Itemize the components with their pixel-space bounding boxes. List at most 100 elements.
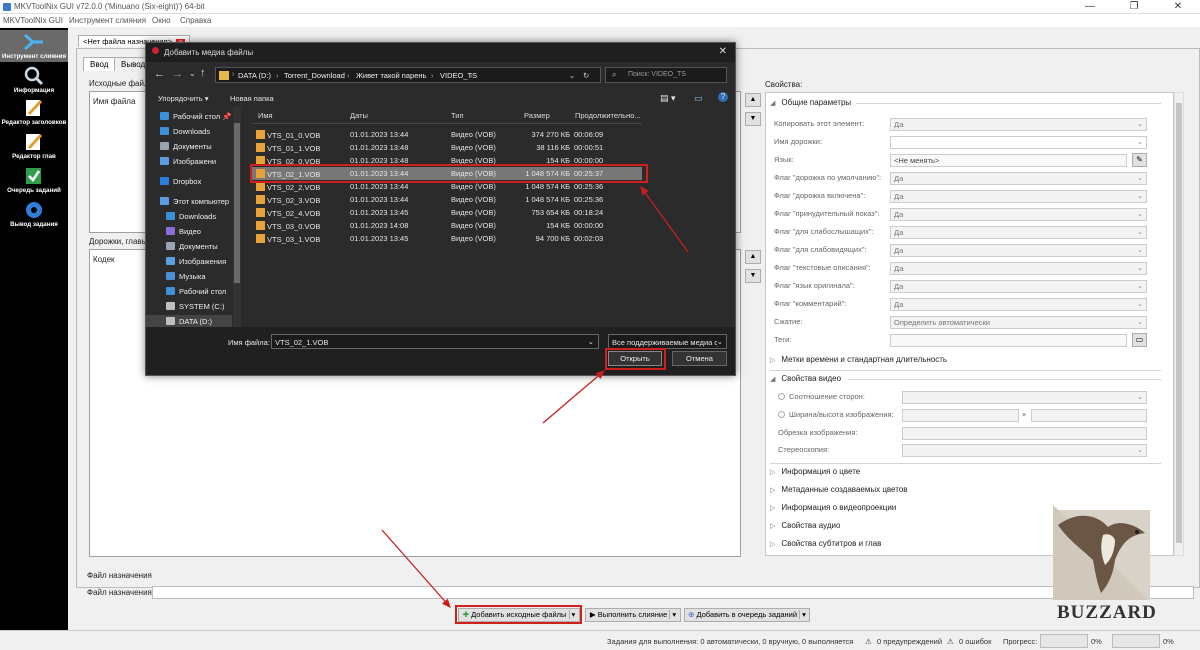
sidebar-item-merge[interactable]: Инструмент слияния <box>0 30 68 62</box>
stereo-select[interactable]: ⌄ <box>902 444 1147 457</box>
tags-browse-button[interactable]: ▭ <box>1132 333 1147 347</box>
column-date[interactable]: Даты <box>350 111 368 120</box>
tree-item-video[interactable]: Видео <box>166 227 201 236</box>
up-arrow-icon[interactable]: ↑ <box>200 67 206 79</box>
language-select[interactable]: <Не менять> <box>890 154 1127 167</box>
file-row[interactable]: VTS_03_0.VOB 01.01.2023 14:08 Видео (VOB… <box>252 219 642 232</box>
tree-item-pc-desktop[interactable]: Рабочий стол <box>166 287 226 296</box>
crop-input[interactable] <box>902 427 1147 440</box>
chevron-down-icon[interactable]: ▾ <box>799 610 806 619</box>
section-projection[interactable]: ▷ Информация о видеопроекции <box>770 503 896 512</box>
organize-button[interactable]: Упорядочить ▾ <box>158 94 208 103</box>
tree-item-music[interactable]: Музыка <box>166 272 206 281</box>
sidebar-item-job-output[interactable]: Вывод задания <box>0 200 68 230</box>
chevron-down-icon[interactable]: ⌄ <box>588 337 594 346</box>
tab-input[interactable]: Ввод <box>83 57 116 71</box>
compression-select[interactable]: Определить автоматически ⌄ <box>890 316 1147 329</box>
forced-display-select[interactable]: Да ⌄ <box>890 208 1147 221</box>
file-row[interactable]: VTS_01_0.VOB 01.01.2023 13:44 Видео (VOB… <box>252 128 642 141</box>
filetype-select[interactable]: Все поддерживаемые медиа ф ⌄ <box>608 334 727 349</box>
sidebar-item-chapter-editor[interactable]: Редактор глав <box>0 132 68 162</box>
file-row[interactable]: VTS_03_1.VOB 01.01.2023 13:45 Видео (VOB… <box>252 232 642 245</box>
menu-window[interactable]: Окно <box>152 16 171 25</box>
move-up-button[interactable]: ▲ <box>745 93 761 107</box>
column-size[interactable]: Размер <box>524 111 550 120</box>
minimize-button[interactable]: — <box>1068 0 1112 14</box>
move-down-button[interactable]: ▼ <box>745 112 761 126</box>
destination-input[interactable] <box>152 586 1194 599</box>
sidebar-item-header-editor[interactable]: Редактор заголовков <box>0 98 68 128</box>
cancel-button[interactable]: Отмена <box>672 351 727 366</box>
tree-scrollbar[interactable] <box>233 107 241 327</box>
menu-help[interactable]: Справка <box>180 16 211 25</box>
breadcrumb-torrent[interactable]: Torrent_Download <box>284 71 345 80</box>
help-icon[interactable]: ? <box>718 92 728 102</box>
new-folder-button[interactable]: Новая папка <box>230 94 274 103</box>
sidebar-item-info[interactable]: Информация <box>0 66 68 94</box>
section-color-metadata[interactable]: ▷ Метаданные создаваемых цветов <box>770 485 908 494</box>
breadcrumb-movie[interactable]: Живет такой парень <box>356 71 426 80</box>
properties-scrollbar[interactable] <box>1174 92 1184 556</box>
original-language-select[interactable]: Да ⌄ <box>890 280 1147 293</box>
warning-icon[interactable]: ⚠ <box>865 637 872 646</box>
tree-item-pc-pictures[interactable]: Изображения <box>166 257 226 266</box>
column-type[interactable]: Тип <box>451 111 464 120</box>
menu-mkvtoolnix[interactable]: MKVToolNix GUI <box>3 16 63 25</box>
back-arrow-icon[interactable]: ← <box>154 68 165 80</box>
recent-chevron-icon[interactable]: ⌄ <box>189 69 196 78</box>
copy-item-select[interactable]: Да ⌄ <box>890 118 1147 131</box>
view-icon[interactable]: ▤ ▾ <box>660 93 676 104</box>
tree-item-pc-documents[interactable]: Документы <box>166 242 218 251</box>
track-up-button[interactable]: ▲ <box>745 250 761 264</box>
tree-item-pictures[interactable]: Изображени <box>160 157 216 166</box>
file-row[interactable]: VTS_02_4.VOB 01.01.2023 13:45 Видео (VOB… <box>252 206 642 219</box>
tags-input[interactable] <box>890 334 1127 347</box>
close-button[interactable]: ✕ <box>1156 0 1200 14</box>
tree-item-desktop[interactable]: Рабочий стол 📌 <box>160 112 231 121</box>
commentary-select[interactable]: Да ⌄ <box>890 298 1147 311</box>
chevron-down-icon[interactable]: ⌄ <box>716 337 723 346</box>
tree-item-dropbox[interactable]: Dropbox <box>160 177 201 186</box>
menu-merge-tool[interactable]: Инструмент слияния <box>69 16 146 25</box>
forward-arrow-icon[interactable]: → <box>172 68 183 80</box>
add-to-queue-button[interactable]: ⊕ Добавить в очередь заданий ▾ <box>684 608 810 622</box>
tree-item-pc-downloads[interactable]: Downloads <box>166 212 216 221</box>
height-input[interactable] <box>1031 409 1147 422</box>
text-descriptions-select[interactable]: Да ⌄ <box>890 262 1147 275</box>
file-row[interactable]: VTS_02_3.VOB 01.01.2023 13:44 Видео (VOB… <box>252 193 642 206</box>
file-row[interactable]: VTS_01_1.VOB 01.01.2023 13:48 Видео (VOB… <box>252 141 642 154</box>
track-name-input[interactable]: ⌄ <box>890 136 1147 149</box>
section-general[interactable]: ◢ Общие параметры <box>770 98 851 107</box>
dialog-close-button[interactable]: ✕ <box>719 46 727 57</box>
width-input[interactable] <box>902 409 1019 422</box>
section-subtitles[interactable]: ▷ Свойства субтитров и глав <box>770 539 881 548</box>
column-duration[interactable]: Продолжительно... <box>575 111 641 120</box>
default-track-select[interactable]: Да ⌄ <box>890 172 1147 185</box>
sidebar-item-job-queue[interactable]: Очередь заданий <box>0 166 68 196</box>
preview-pane-icon[interactable]: ▭ <box>694 93 703 104</box>
address-dropdown-icon[interactable]: ⌄ <box>569 71 575 80</box>
width-height-radio[interactable]: Ширина/высота изображения: <box>778 410 894 419</box>
aspect-ratio-radio[interactable]: Соотношение сторон: <box>778 392 865 401</box>
start-merge-button[interactable]: ▶ Выполнить слияние ▾ <box>585 608 681 622</box>
track-down-button[interactable]: ▼ <box>745 269 761 283</box>
maximize-button[interactable]: ❐ <box>1112 0 1156 14</box>
tree-item-system-drive[interactable]: SYSTEM (C:) <box>166 302 224 311</box>
aspect-ratio-select[interactable]: ⌄ <box>902 391 1147 404</box>
tree-item-documents[interactable]: Документы <box>160 142 212 151</box>
tree-item-downloads[interactable]: Downloads <box>160 127 210 136</box>
chevron-down-icon[interactable]: ▾ <box>669 610 677 619</box>
error-icon[interactable]: ⚠ <box>947 637 954 646</box>
section-video[interactable]: ◢ Свойства видео <box>770 374 841 383</box>
track-enabled-select[interactable]: Да ⌄ <box>890 190 1147 203</box>
visual-impaired-select[interactable]: Да ⌄ <box>890 244 1147 257</box>
section-color-info[interactable]: ▷ Информация о цвете <box>770 467 860 476</box>
section-timestamps[interactable]: ▷ Метки времени и стандартная длительност… <box>770 355 947 364</box>
address-bar[interactable]: › DATA (D:) › Torrent_Download › Живет т… <box>215 67 601 83</box>
language-edit-button[interactable]: ✎ <box>1132 153 1147 167</box>
hearing-impaired-select[interactable]: Да ⌄ <box>890 226 1147 239</box>
column-name[interactable]: Имя <box>258 111 273 120</box>
tree-item-this-pc[interactable]: Этот компьютер <box>160 197 229 206</box>
refresh-icon[interactable]: ↻ <box>583 71 589 80</box>
dialog-search[interactable]: ⌕ Поиск: VIDEO_TS <box>605 67 727 83</box>
